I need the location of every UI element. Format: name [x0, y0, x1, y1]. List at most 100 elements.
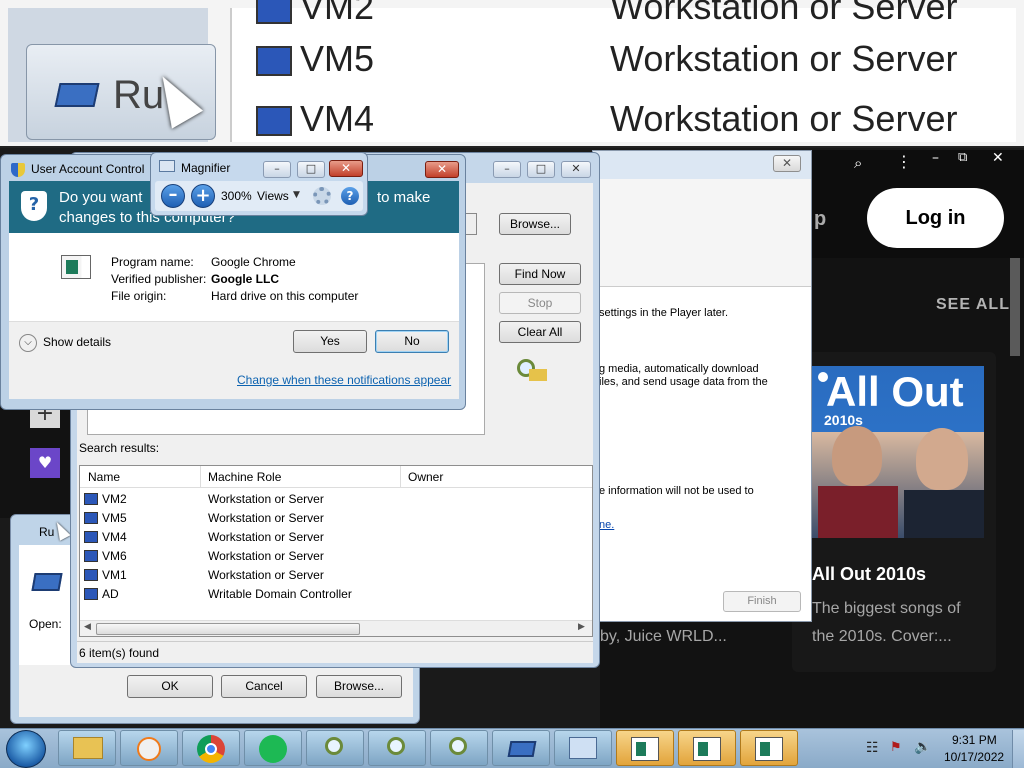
close-icon[interactable]: ✕ — [992, 150, 1004, 166]
find-now-button[interactable]: Find Now — [499, 263, 581, 285]
computer-icon — [256, 106, 292, 136]
change-notifications-link[interactable]: Change when these notifications appear — [237, 373, 451, 387]
uac-shield-small-icon — [11, 163, 25, 177]
playlist-card[interactable]: All Out 2010s All Out 2010s The biggest … — [792, 352, 996, 672]
spotify-icon — [259, 735, 287, 763]
volume-icon[interactable]: 🔉 — [914, 739, 931, 755]
find-browse-button[interactable]: Browse... — [499, 213, 571, 235]
computer-icon — [256, 0, 292, 24]
start-button-icon[interactable] — [6, 730, 46, 768]
no-button[interactable]: No — [375, 330, 449, 353]
heart-icon[interactable]: ♥ — [30, 448, 60, 478]
run-browse-button[interactable]: Browse... — [316, 675, 402, 698]
column-header-name[interactable]: Name — [88, 470, 120, 484]
playlist-title[interactable]: All Out 2010s — [812, 564, 926, 585]
scroll-right-icon[interactable]: ▶ — [578, 622, 585, 632]
table-row[interactable]: VM1 Workstation or Server — [80, 566, 590, 585]
horizontal-scrollbar[interactable]: ◀ ▶ — [80, 620, 592, 636]
show-desktop-button[interactable] — [1012, 730, 1024, 768]
find-minimize-button[interactable]: – — [493, 161, 521, 178]
zoomed-row: VM5 Workstation or Server — [248, 38, 1008, 88]
taskbar-media-player-button[interactable] — [120, 730, 178, 766]
magnifier-close-button[interactable]: ✕ — [329, 160, 363, 177]
show-details-chevron-icon[interactable]: ⌵ — [19, 334, 37, 352]
column-header-owner[interactable]: Owner — [408, 470, 443, 484]
table-row[interactable]: VM2 Workstation or Server — [80, 490, 590, 509]
magnifier-toolbar: – + 300% Views ▼ ? — [155, 181, 363, 211]
taskbar-app-button-1[interactable] — [616, 730, 674, 766]
taskbar-search-button-3[interactable] — [430, 730, 488, 766]
table-row[interactable]: VM4 Workstation or Server — [80, 528, 590, 547]
zoom-out-icon[interactable]: – — [161, 184, 185, 208]
see-all-link[interactable]: SEE ALL — [936, 296, 1010, 314]
scroll-thumb[interactable] — [96, 623, 360, 635]
uac-close-button[interactable]: ✕ — [425, 161, 459, 178]
window-app-icon-screen — [760, 742, 770, 756]
views-dropdown-icon[interactable]: ▼ — [293, 190, 300, 200]
table-row[interactable]: VM5 Workstation or Server — [80, 509, 590, 528]
minimize-icon[interactable]: – — [932, 150, 939, 166]
clock-date[interactable]: 10/17/2022 — [944, 750, 1004, 764]
stop-button[interactable]: Stop — [499, 292, 581, 314]
playlist-desc-line1: The biggest songs of — [812, 600, 961, 617]
taskbar-app-button-3[interactable] — [740, 730, 798, 766]
computer-icon — [84, 531, 98, 543]
magnifier-title-icon — [159, 160, 175, 172]
taskbar-magnifier-button[interactable] — [554, 730, 612, 766]
clear-all-button[interactable]: Clear All — [499, 321, 581, 343]
taskbar-explorer-button[interactable] — [58, 730, 116, 766]
window-app-icon — [693, 737, 721, 761]
cover-title: All Out — [826, 368, 964, 415]
yes-button[interactable]: Yes — [293, 330, 367, 353]
magnifier-title: Magnifier — [181, 161, 231, 175]
zoomed-row-role: Workstation or Server — [610, 0, 958, 27]
cover-shirt-right — [904, 490, 984, 538]
options-gear-icon[interactable] — [313, 187, 331, 205]
file-origin-value: Hard drive on this computer — [211, 289, 359, 303]
computer-icon — [84, 512, 98, 524]
wmp-link[interactable]: ne. — [599, 519, 614, 531]
zoomed-run-icon — [54, 83, 100, 107]
scroll-left-icon[interactable]: ◀ — [84, 622, 91, 632]
zoomed-row-role: Workstation or Server — [610, 38, 958, 79]
row-name: VM4 — [102, 530, 127, 544]
scrollbar[interactable] — [1010, 258, 1020, 356]
run-icon — [507, 741, 537, 757]
taskbar-chrome-button[interactable] — [182, 730, 240, 766]
program-name-label: Program name: — [111, 255, 194, 269]
uac-title: User Account Control — [31, 162, 145, 176]
restore-icon[interactable]: ⧉ — [958, 150, 967, 165]
taskbar-run-button[interactable] — [492, 730, 550, 766]
wmp-finish-button[interactable]: Finish — [723, 591, 801, 612]
taskbar-app-button-2[interactable] — [678, 730, 736, 766]
zoom-in-icon[interactable]: + — [191, 184, 215, 208]
window-app-icon-screen — [698, 742, 708, 756]
run-open-label: Open: — [29, 617, 62, 631]
run-ok-button[interactable]: OK — [127, 675, 213, 698]
table-row[interactable]: AD Writable Domain Controller — [80, 585, 590, 604]
help-icon[interactable]: ? — [341, 187, 359, 205]
window-app-icon-screen — [636, 742, 646, 756]
taskbar-search-button-1[interactable] — [306, 730, 364, 766]
find-magnifier-icon — [387, 737, 405, 755]
column-header-role[interactable]: Machine Role — [208, 470, 281, 484]
taskbar-spotify-button[interactable] — [244, 730, 302, 766]
action-center-icon[interactable]: ⚑ — [890, 740, 902, 755]
find-maximize-button[interactable]: □ — [527, 161, 555, 178]
table-row[interactable]: VM6 Workstation or Server — [80, 547, 590, 566]
show-details-link[interactable]: Show details — [43, 335, 111, 349]
network-icon[interactable]: ☷ — [866, 740, 879, 756]
wmp-close-button[interactable]: ✕ — [773, 155, 801, 172]
magnifier-maximize-button[interactable]: □ — [297, 161, 325, 178]
magnifier-minimize-button[interactable]: – — [263, 161, 291, 178]
row-role: Workstation or Server — [208, 549, 324, 563]
run-cancel-button[interactable]: Cancel — [221, 675, 307, 698]
wmp-text-1: settings in the Player later. — [599, 307, 729, 319]
clock-time[interactable]: 9:31 PM — [952, 733, 997, 747]
taskbar-search-button-2[interactable] — [368, 730, 426, 766]
views-menu[interactable]: Views — [257, 189, 289, 203]
zoom-icon[interactable]: ⌕ — [854, 154, 862, 172]
login-button[interactable]: Log in — [867, 188, 1004, 248]
more-icon[interactable]: ⋮ — [896, 152, 912, 171]
find-close-button[interactable]: ✕ — [561, 161, 591, 178]
